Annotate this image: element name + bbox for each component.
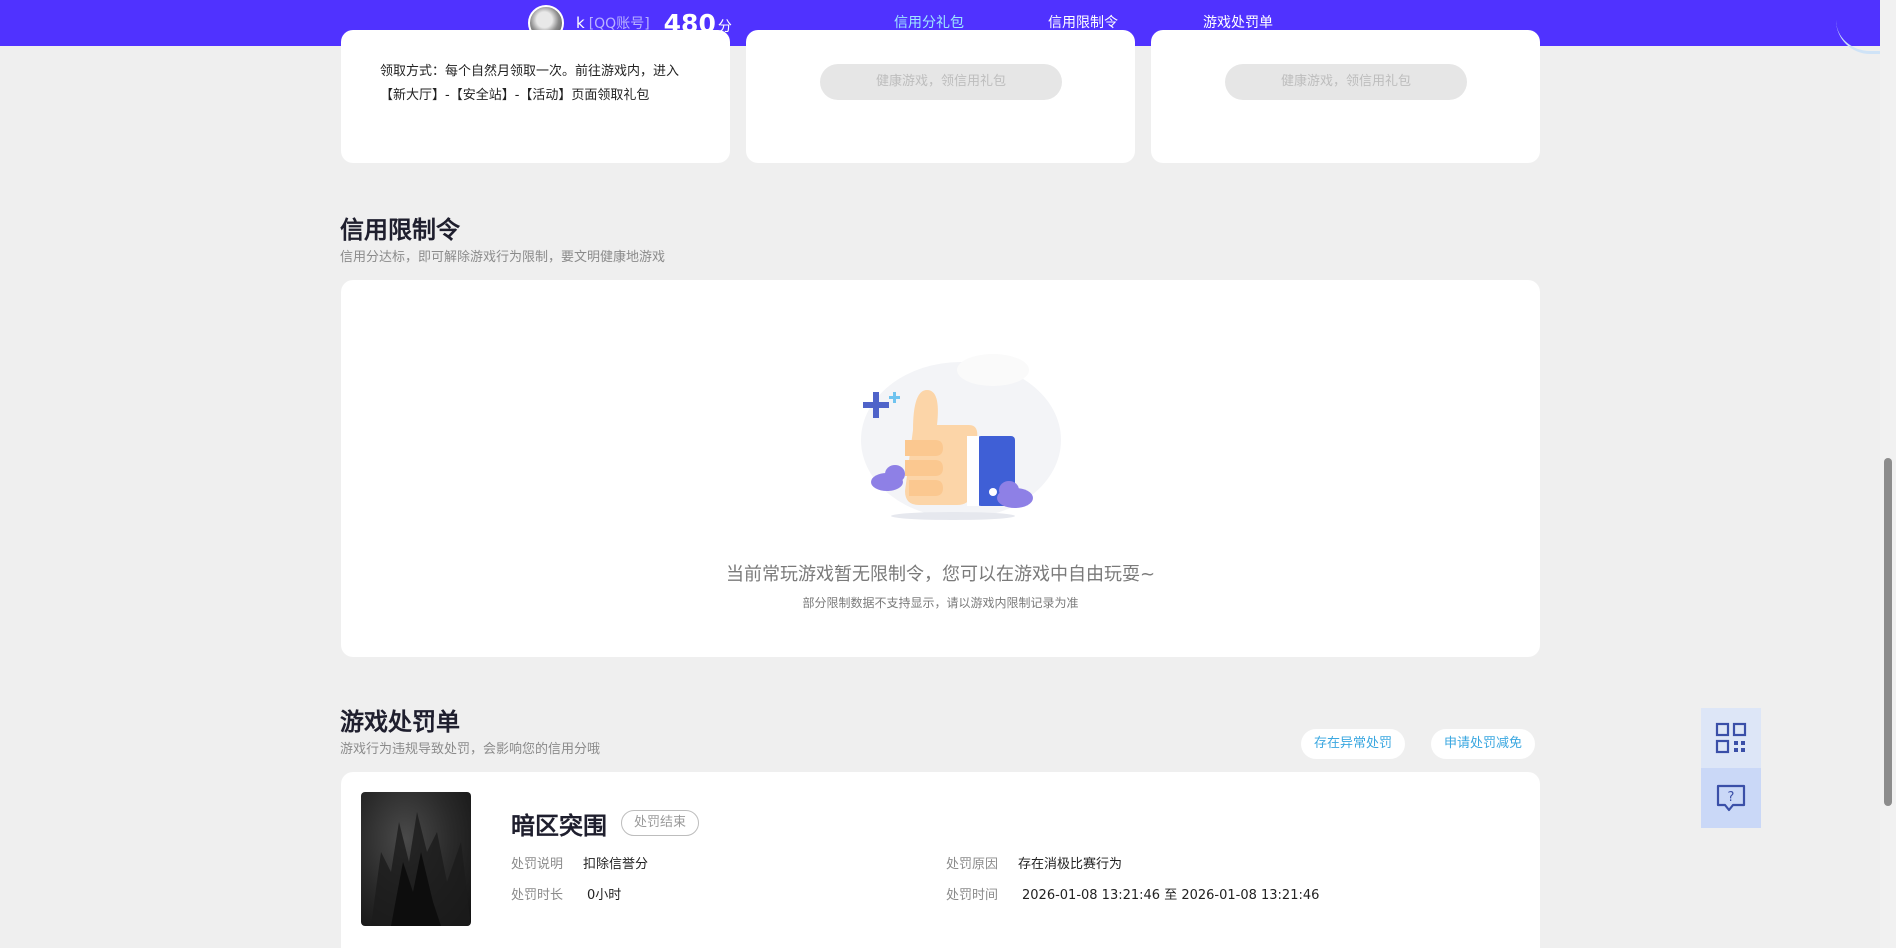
svg-text:?: ? <box>1728 790 1735 805</box>
penalty-desc-label: 处罚说明 <box>511 857 564 872</box>
thumbs-up-illustration <box>861 354 1061 520</box>
restriction-subtitle: 信用分达标，即可解除游戏行为限制，要文明健康地游戏 <box>340 250 666 265</box>
gift-card-2: 健康游戏，领信用礼包 <box>746 30 1135 163</box>
penalty-record-card: 暗区突围 处罚结束 处罚说明 扣除信誉分 处罚时长 0小时 处罚原因 存在消极比… <box>341 772 1540 948</box>
claim-gift-button-disabled: 健康游戏，领信用礼包 <box>1225 64 1467 100</box>
claim-gift-button-disabled: 健康游戏，领信用礼包 <box>820 64 1062 100</box>
status-badge: 处罚结束 <box>621 810 700 836</box>
claim-method-text: 领取方式：每个自然月领取一次。前往游戏内，进入【新大厅】-【安全站】-【活动】页… <box>380 64 680 103</box>
help-button[interactable]: ? <box>1701 768 1761 828</box>
restriction-data-note: 部分限制数据不支持显示，请以游戏内限制记录为准 <box>802 596 1079 610</box>
game-name: 暗区突围 <box>511 812 607 840</box>
penalty-duration-label: 处罚时长 <box>511 888 564 903</box>
game-cover-image <box>361 792 471 926</box>
penalty-title: 游戏处罚单 <box>340 708 460 736</box>
penalty-time-label: 处罚时间 <box>946 888 999 903</box>
page-scrollbar[interactable] <box>1880 0 1896 948</box>
penalty-subtitle: 游戏行为违规导致处罚，会影响您的信用分哦 <box>340 742 601 757</box>
empty-restriction-message: 当前常玩游戏暂无限制令，您可以在游戏中自由玩耍~ <box>725 564 1156 585</box>
qr-code-button[interactable] <box>1701 708 1761 768</box>
penalty-reason-label: 处罚原因 <box>946 857 999 872</box>
penalty-duration-value: 0小时 <box>587 888 622 903</box>
help-chat-icon: ? <box>1716 784 1746 812</box>
appeal-penalty-link[interactable]: 申请处罚减免 <box>1431 729 1536 759</box>
penalty-desc-value: 扣除信誉分 <box>583 857 649 872</box>
qr-code-icon <box>1715 722 1747 754</box>
scrollbar-thumb[interactable] <box>1884 458 1892 806</box>
gift-card-1: 领取方式：每个自然月领取一次。前往游戏内，进入【新大厅】-【安全站】-【活动】页… <box>341 30 730 163</box>
penalty-reason-value: 存在消极比赛行为 <box>1018 857 1123 872</box>
restriction-title: 信用限制令 <box>340 216 460 244</box>
gift-card-3: 健康游戏，领信用礼包 <box>1151 30 1540 163</box>
abnormal-penalty-link[interactable]: 存在异常处罚 <box>1301 729 1406 759</box>
penalty-time-value: 2026-01-08 13:21:46 至 2026-01-08 13:21:4… <box>1022 888 1320 903</box>
restriction-card: 当前常玩游戏暂无限制令，您可以在游戏中自由玩耍~ 部分限制数据不支持显示，请以游… <box>341 280 1540 657</box>
